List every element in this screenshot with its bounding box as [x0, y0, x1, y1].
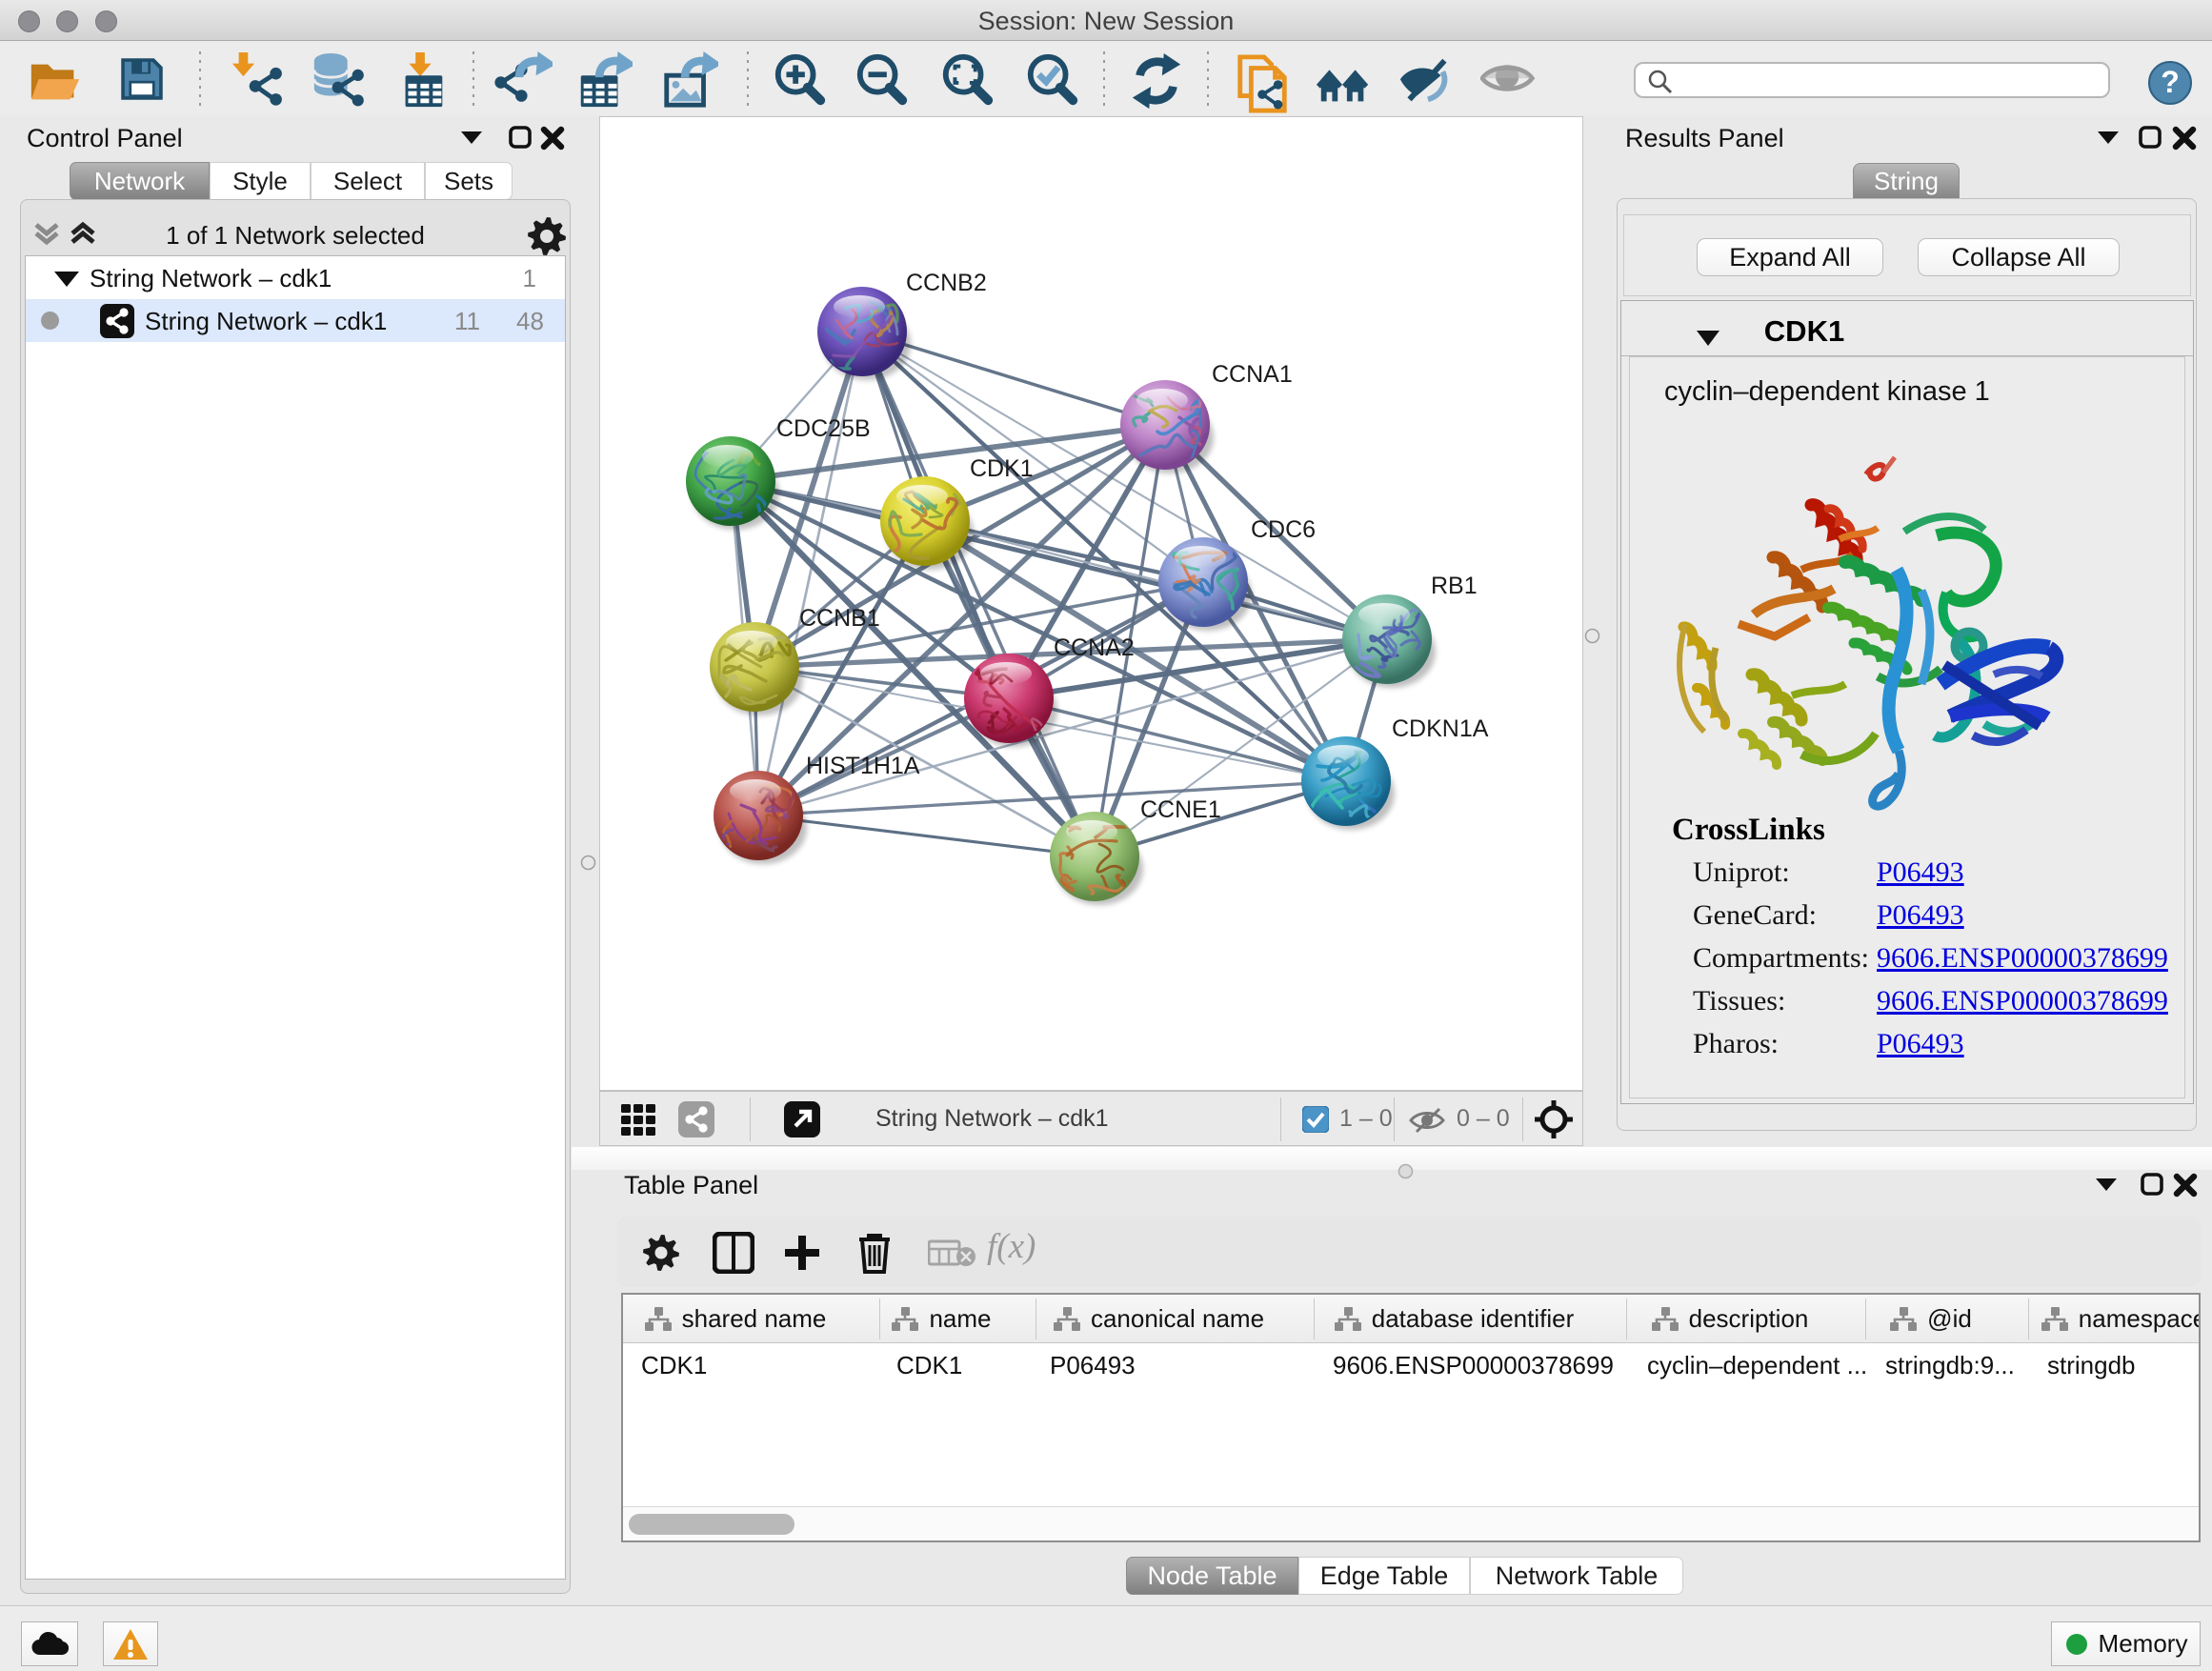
svg-text:CDC25B: CDC25B	[776, 415, 871, 442]
svg-text:CCNB2: CCNB2	[906, 270, 987, 296]
svg-text:CCNA2: CCNA2	[1054, 634, 1135, 661]
svg-text:?: ?	[2161, 65, 2180, 99]
svg-text:CDC6: CDC6	[1251, 516, 1316, 543]
svg-text:RB1: RB1	[1431, 573, 1478, 599]
svg-text:CDKN1A: CDKN1A	[1392, 715, 1489, 742]
svg-text:CCNE1: CCNE1	[1140, 796, 1221, 823]
svg-text:HIST1H1A: HIST1H1A	[806, 753, 920, 779]
svg-text:CCNA1: CCNA1	[1212, 361, 1293, 388]
svg-text:CDK1: CDK1	[970, 455, 1034, 482]
svg-text:CCNB1: CCNB1	[799, 605, 880, 632]
